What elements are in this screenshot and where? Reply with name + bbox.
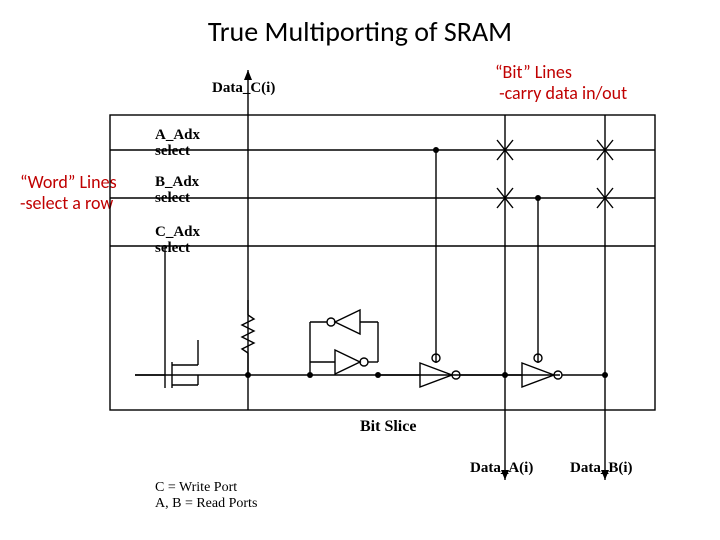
tristate-a-icon [378, 150, 505, 387]
nmos-icon [135, 246, 198, 388]
sram-cell-icon [310, 310, 378, 375]
arrowheads-icon [244, 70, 609, 480]
tristate-b-icon [505, 198, 605, 387]
diagram-stage: True Multiporting of SRAM “Bit” Lines -c… [0, 0, 720, 540]
schematic-svg [0, 0, 720, 540]
